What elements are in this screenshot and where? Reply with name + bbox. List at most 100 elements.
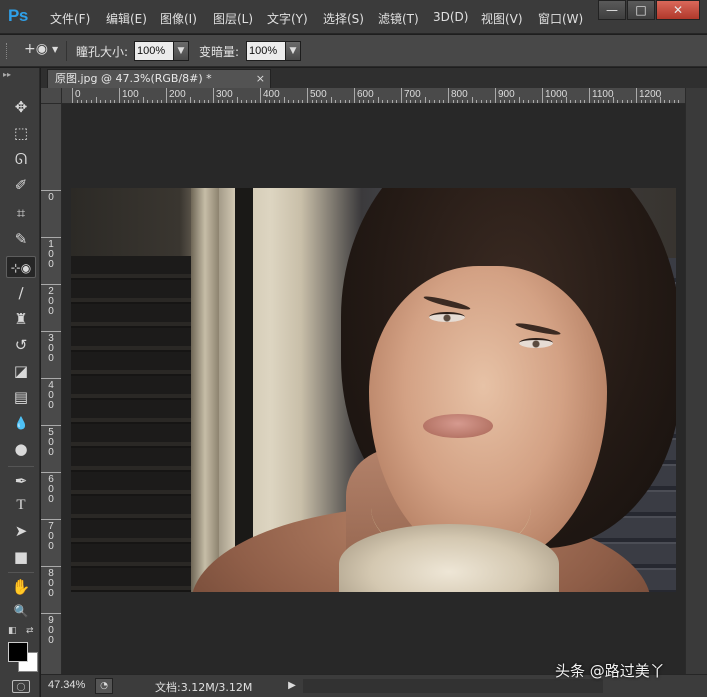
ruler-minor-tick [368, 100, 370, 103]
pupil-size-label: 瞳孔大小: [76, 45, 129, 59]
ruler-minor-tick [382, 100, 384, 103]
ruler-tick [495, 88, 496, 103]
ruler-minor-tick [288, 100, 290, 103]
menu-filter[interactable]: 滤镜(T) [378, 10, 419, 27]
ruler-minor-tick [518, 97, 520, 103]
menu-select[interactable]: 选择(S) [323, 10, 364, 27]
pupil-size-input[interactable]: 100% [134, 41, 174, 61]
close-tab-icon[interactable]: × [256, 70, 265, 87]
maximize-button[interactable]: □ [627, 0, 655, 20]
ruler-minor-tick [227, 100, 229, 103]
ruler-minor-tick [302, 100, 304, 103]
ruler-minor-tick [100, 100, 102, 103]
menu-image[interactable]: 图像(I) [160, 10, 197, 27]
menu-edit[interactable]: 编辑(E) [106, 10, 147, 27]
lasso-tool-icon[interactable]: ᘏ [6, 148, 36, 170]
ruler-label: 900 [48, 615, 54, 646]
ruler-minor-tick [189, 97, 191, 103]
ruler-minor-tick [480, 100, 482, 103]
blur-tool-icon[interactable]: 💧 [6, 412, 36, 434]
vertical-scrollbar[interactable] [685, 88, 707, 674]
ruler-minor-tick [147, 100, 149, 103]
ruler-minor-tick [410, 100, 412, 103]
rectangle-tool-icon[interactable]: ■ [6, 546, 36, 568]
gradient-tool-icon[interactable]: ▤ [6, 386, 36, 408]
ruler-label: 1000 [545, 89, 568, 100]
ruler-minor-tick [471, 97, 473, 103]
ruler-minor-tick [180, 100, 182, 103]
ruler-minor-tick [377, 97, 379, 103]
ruler-minor-tick [161, 100, 163, 103]
canvas-area[interactable] [62, 104, 685, 674]
quick-selection-tool-icon[interactable]: ✐ [6, 174, 36, 196]
clone-stamp-tool-icon[interactable]: ♜ [6, 308, 36, 330]
menu-window[interactable]: 窗口(W) [538, 10, 583, 27]
ruler-minor-tick [537, 100, 539, 103]
ruler-origin[interactable] [41, 88, 62, 104]
ruler-label: 600 [48, 474, 54, 505]
dodge-tool-icon[interactable]: ● [6, 438, 36, 460]
swap-colors-icon[interactable]: ⇄ [26, 626, 34, 636]
ruler-tick [41, 613, 61, 614]
ruler-minor-tick [297, 100, 299, 103]
toolbox: ▸▸ ✥ ⬚ ᘏ ✐ ⌗ ✎ ⊹◉ ∕ ♜ ↺ ◪ ▤ 💧 ● ✒ T ➤ ■ … [0, 68, 40, 697]
menu-layer[interactable]: 图层(L) [213, 10, 253, 27]
crop-tool-icon[interactable]: ⌗ [6, 202, 36, 224]
foreground-color-swatch[interactable] [8, 642, 28, 662]
ruler-minor-tick [452, 100, 454, 103]
red-eye-preset-icon[interactable]: +◉ [24, 41, 48, 57]
ruler-label: 400 [48, 380, 54, 411]
ruler-minor-tick [593, 100, 595, 103]
eraser-tool-icon[interactable]: ◪ [6, 360, 36, 382]
watermark: 头条 @路过美丫 [555, 662, 665, 680]
eyedropper-tool-icon[interactable]: ✎ [6, 228, 36, 250]
pupil-size-dropdown[interactable]: ▼ [173, 41, 189, 61]
ruler-tick [260, 88, 261, 103]
ruler-minor-tick [678, 100, 680, 103]
darken-amount-dropdown[interactable]: ▼ [285, 41, 301, 61]
ruler-minor-tick [95, 97, 97, 103]
brush-tool-icon[interactable]: ∕ [6, 282, 36, 304]
path-selection-tool-icon[interactable]: ➤ [6, 520, 36, 542]
close-button[interactable]: ✕ [656, 0, 700, 20]
ruler-minor-tick [509, 100, 511, 103]
status-menu-arrow-icon[interactable]: ▶ [285, 678, 299, 694]
menu-view[interactable]: 视图(V) [481, 10, 523, 27]
ruler-tick [41, 378, 61, 379]
ruler-minor-tick [128, 100, 130, 103]
document-tab[interactable]: 原图.jpg @ 47.3%(RGB/8#) * × [47, 69, 271, 88]
move-tool-icon[interactable]: ✥ [6, 96, 36, 118]
ruler-label: 300 [216, 89, 233, 100]
marquee-tool-icon[interactable]: ⬚ [6, 122, 36, 144]
zoom-level[interactable]: 47.34% [48, 679, 85, 691]
type-tool-icon[interactable]: T [6, 494, 36, 516]
ruler-tick [72, 88, 73, 103]
horizontal-scrollbar[interactable] [303, 679, 603, 693]
ruler-minor-tick [344, 100, 346, 103]
pen-tool-icon[interactable]: ✒ [6, 470, 36, 492]
menu-type[interactable]: 文字(Y) [267, 10, 308, 27]
ruler-tick [41, 519, 61, 520]
darken-amount-input[interactable]: 100% [246, 41, 286, 61]
ruler-minor-tick [114, 100, 116, 103]
minimize-button[interactable]: — [598, 0, 626, 20]
ruler-label: 700 [48, 521, 54, 552]
menu-file[interactable]: 文件(F) [50, 10, 90, 27]
ruler-label: 800 [48, 568, 54, 599]
default-colors-icon[interactable]: ◧ [8, 626, 17, 636]
preset-dropdown-icon[interactable]: ▼ [52, 45, 58, 54]
red-eye-tool-icon[interactable]: ⊹◉ [6, 256, 36, 278]
toolbox-collapse-icon[interactable]: ▸▸ [3, 70, 37, 80]
history-brush-tool-icon[interactable]: ↺ [6, 334, 36, 356]
ruler-minor-tick [626, 100, 628, 103]
quick-mask-icon[interactable]: ◯ [12, 680, 30, 693]
zoom-tool-icon[interactable]: 🔍 [6, 600, 36, 622]
ruler-label: 0 [75, 89, 81, 100]
ruler-label: 500 [48, 427, 54, 458]
document-image[interactable] [71, 188, 676, 592]
hand-tool-icon[interactable]: ✋ [6, 576, 36, 598]
menu-3d[interactable]: 3D(D) [433, 10, 468, 24]
ruler-minor-tick [560, 100, 562, 103]
ruler-label: 100 [48, 239, 54, 270]
share-icon[interactable]: ◔ [95, 678, 113, 694]
